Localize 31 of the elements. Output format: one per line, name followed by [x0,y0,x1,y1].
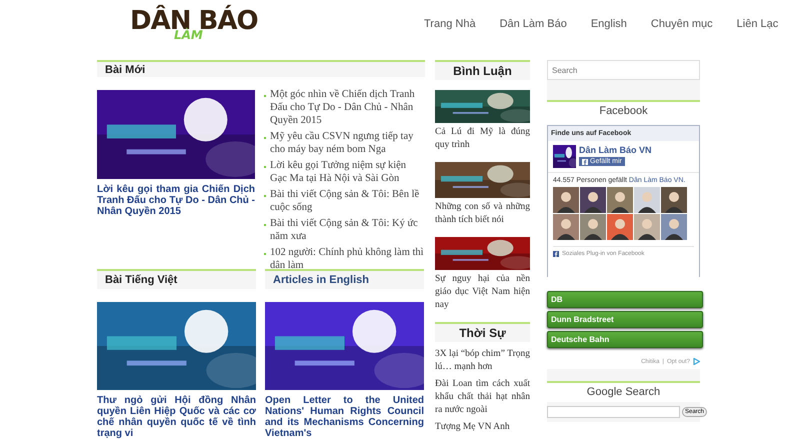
article-link[interactable]: Bài thi viết Cộng sản & Tôi: Ký ức năm xưa [270,217,425,243]
search-field[interactable] [547,406,680,418]
article-title-link[interactable]: Thư ngỏ gửi Hội đồng Nhân quyền Liên Hiệp Quốc và các cơ chế nhân quyền quốc tế về tình trạng vi [97,395,256,439]
search-field[interactable]: Search [547,60,700,80]
article-link[interactable]: Đài Loan tìm cách xuất khẩu chất thải hạt nhân ra nước ngoài [435,378,530,417]
article-link[interactable]: Cả Lú đi Mỹ là đúng quy trình [435,126,530,152]
section-heading: Bình Luận [435,60,530,80]
article-title-link[interactable]: Open Letter to the United Nations' Human Rights Council and its Mechanisms Concerning Vietnam's [265,395,424,439]
article-link[interactable]: Mỹ yêu cầu CSVN ngưng tiếp tay cho máy bay ném bom Nga [270,130,425,156]
nav-link[interactable]: Liên Lạc [736,18,778,30]
article-link[interactable]: Lời kêu gọi Tưởng niệm sự kiện Gạc Ma tại Hà Nội và Sài Gòn [270,159,425,185]
section-heading: Articles in English [265,269,424,289]
article-link[interactable]: Những con số và những thành tích biết nói [435,201,530,227]
facebook-icon [553,251,559,257]
article-title-link[interactable]: Lời kêu gọi tham gia Chiến Dịch Tranh Đấu cho Tự Do - Dân Chủ - Nhân Quyền 2015 [97,184,256,217]
play-icon [693,358,700,365]
section-heading: Bài Mới [97,60,425,77]
facebook-icon [582,158,588,164]
article-link[interactable]: Một góc nhìn về Chiến dịch Tranh Đấu cho Tự Do - Dân Chủ - Nhân Quyền 2015 [270,88,425,127]
section-heading: Bài Tiếng Việt [97,269,256,289]
nav-link[interactable]: English [590,18,627,30]
article-link[interactable]: Bài thi viết Cộng sản & Tôi: Bên lề cuộc sống [270,188,425,214]
nav-link[interactable]: Dân Làm Báo [500,18,567,30]
article-link[interactable]: Sự nguy hại của nền giáo dục Việt Nam hiện nay [435,273,530,312]
nav-link[interactable]: Trang Nhà [424,18,476,30]
article-link[interactable]: 102 người: Chính phủ không làm thì dân làm [270,246,425,272]
nav-link[interactable]: Chuyên mục [650,18,713,30]
page-name-link[interactable]: Dân Làm Báo VN [579,145,652,155]
article-link[interactable]: Tượng Mẹ VN Anh [435,421,530,434]
section-heading: Thời Sự [435,322,530,342]
article-link[interactable]: 3X lại “bóp chim” Trọng lú… mạnh hơn [435,348,530,374]
